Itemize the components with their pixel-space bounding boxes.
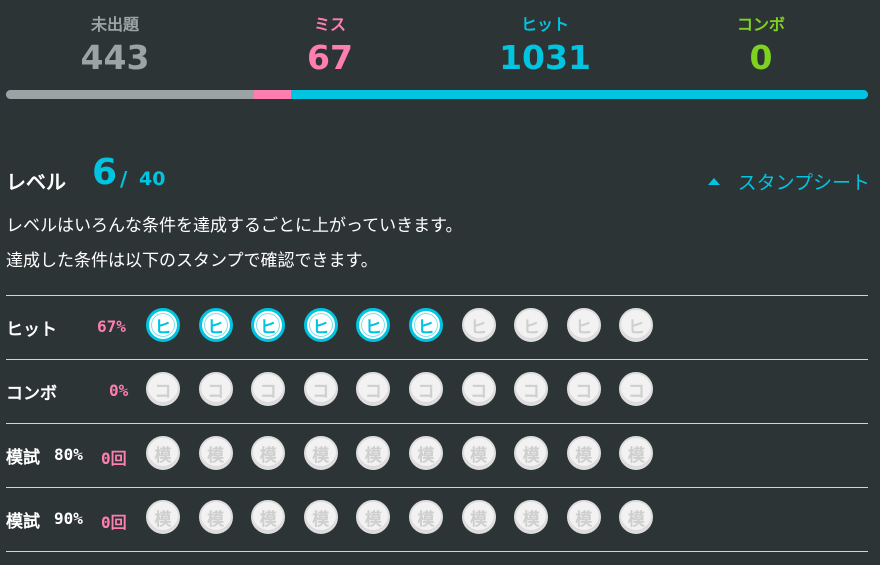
- stamp-locked: コ: [619, 372, 654, 406]
- stat-hit-value: 1031: [499, 38, 591, 77]
- stat-unanswered-value: 443: [80, 38, 150, 77]
- stamp-locked: 模: [619, 500, 654, 534]
- stamp-locked: 模: [146, 500, 180, 534]
- level-label: レベル: [6, 170, 66, 194]
- stats-bar: 未出題 443 ミス 67 ヒット 1031 コンボ 0: [0, 0, 880, 90]
- stamp-locked: 模: [198, 436, 233, 470]
- stat-combo-value: 0: [749, 38, 773, 77]
- condition-name: 模試: [6, 512, 40, 532]
- stamp-locked: 模: [356, 500, 391, 534]
- stamp-locked: コ: [303, 372, 338, 406]
- stamp-achieved: ヒ: [356, 308, 391, 342]
- level-max: 40: [139, 168, 166, 190]
- stamp-sheet-toggle[interactable]: スタンプシート: [707, 168, 870, 195]
- stamp-sheet-label: スタンプシート: [737, 172, 870, 194]
- stamp-locked: ヒ: [514, 308, 549, 342]
- divider: [6, 551, 868, 552]
- condition-progress: 0回: [101, 513, 127, 532]
- stamp-locked: 模: [461, 436, 496, 470]
- condition-name: コンボ: [6, 384, 57, 404]
- condition-row-mock-80: 模試 80% 0回 模模模模模模模模模模: [6, 424, 868, 487]
- stat-hit-label: ヒット: [520, 15, 569, 34]
- progress-miss-segment: [253, 90, 292, 99]
- stat-combo: コンボ 0: [681, 14, 841, 78]
- stamp-locked: 模: [461, 500, 496, 534]
- stamp-locked: コ: [566, 372, 601, 406]
- condition-threshold: 90%: [54, 509, 83, 528]
- stamp-locked: 模: [514, 436, 549, 470]
- stat-miss-label: ミス: [313, 15, 346, 34]
- condition-row-hit: ヒット 67% ヒヒヒヒヒヒヒヒヒヒ: [6, 296, 868, 359]
- stamp-locked: 模: [514, 500, 549, 534]
- stamp-locked: コ: [514, 372, 549, 406]
- answer-progress-bar: [6, 90, 868, 99]
- stamp-locked: 模: [409, 500, 443, 534]
- condition-row-combo: コンボ 0% ココココココココココ: [6, 360, 868, 423]
- stamp-locked: 模: [251, 436, 286, 470]
- stat-miss-value: 67: [307, 38, 353, 77]
- stamp-locked: コ: [146, 372, 180, 406]
- stamp-locked: コ: [409, 372, 443, 406]
- condition-progress: 0回: [101, 449, 127, 468]
- stat-unanswered: 未出題 443: [35, 14, 195, 78]
- stat-hit: ヒット 1031: [465, 14, 625, 78]
- condition-threshold: 80%: [54, 445, 83, 464]
- stamp-locked: コ: [356, 372, 391, 406]
- stamp-achieved: ヒ: [146, 308, 180, 342]
- stamp-locked: 模: [303, 436, 338, 470]
- condition-progress: 67%: [97, 317, 126, 336]
- stat-miss: ミス 67: [250, 14, 410, 78]
- stamp-locked: ヒ: [461, 308, 496, 342]
- level-description-line-1: レベルはいろんな条件を達成するごとに上がっていきます。: [6, 216, 463, 236]
- caret-up-icon: [707, 178, 720, 185]
- level-row: レベル 6 / 40 スタンプシート: [6, 150, 874, 198]
- level-separator: /: [120, 167, 128, 191]
- stamp-locked: 模: [146, 436, 180, 470]
- condition-name: ヒット: [6, 320, 57, 340]
- stamp-locked: 模: [251, 500, 286, 534]
- stamp-locked: 模: [619, 436, 654, 470]
- level-description-line-2: 達成した条件は以下のスタンプで確認できます。: [6, 251, 378, 271]
- stamp-locked: 模: [356, 436, 391, 470]
- condition-progress: 0%: [109, 381, 129, 400]
- condition-name: 模試: [6, 448, 40, 468]
- level-value: 6: [92, 152, 118, 193]
- stamp-locked: 模: [566, 436, 601, 470]
- condition-row-mock-90: 模試 90% 0回 模模模模模模模模模模: [6, 488, 868, 551]
- stat-unanswered-label: 未出題: [90, 15, 139, 34]
- progress-hit-segment: [291, 90, 868, 99]
- stamp-locked: 模: [198, 500, 233, 534]
- stamp-locked: コ: [251, 372, 286, 406]
- stamp-achieved: ヒ: [198, 308, 233, 342]
- stamp-achieved: ヒ: [251, 308, 286, 342]
- stamp-locked: 模: [303, 500, 338, 534]
- stamp-locked: ヒ: [566, 308, 601, 342]
- stamp-achieved: ヒ: [303, 308, 338, 342]
- stamp-locked: コ: [198, 372, 233, 406]
- stamp-locked: 模: [409, 436, 443, 470]
- stamp-locked: コ: [461, 372, 496, 406]
- progress-unanswered-segment: [6, 90, 254, 99]
- stamp-locked: ヒ: [619, 308, 654, 342]
- stamp-achieved: ヒ: [409, 308, 443, 342]
- stamp-locked: 模: [566, 500, 601, 534]
- stat-combo-label: コンボ: [736, 15, 785, 34]
